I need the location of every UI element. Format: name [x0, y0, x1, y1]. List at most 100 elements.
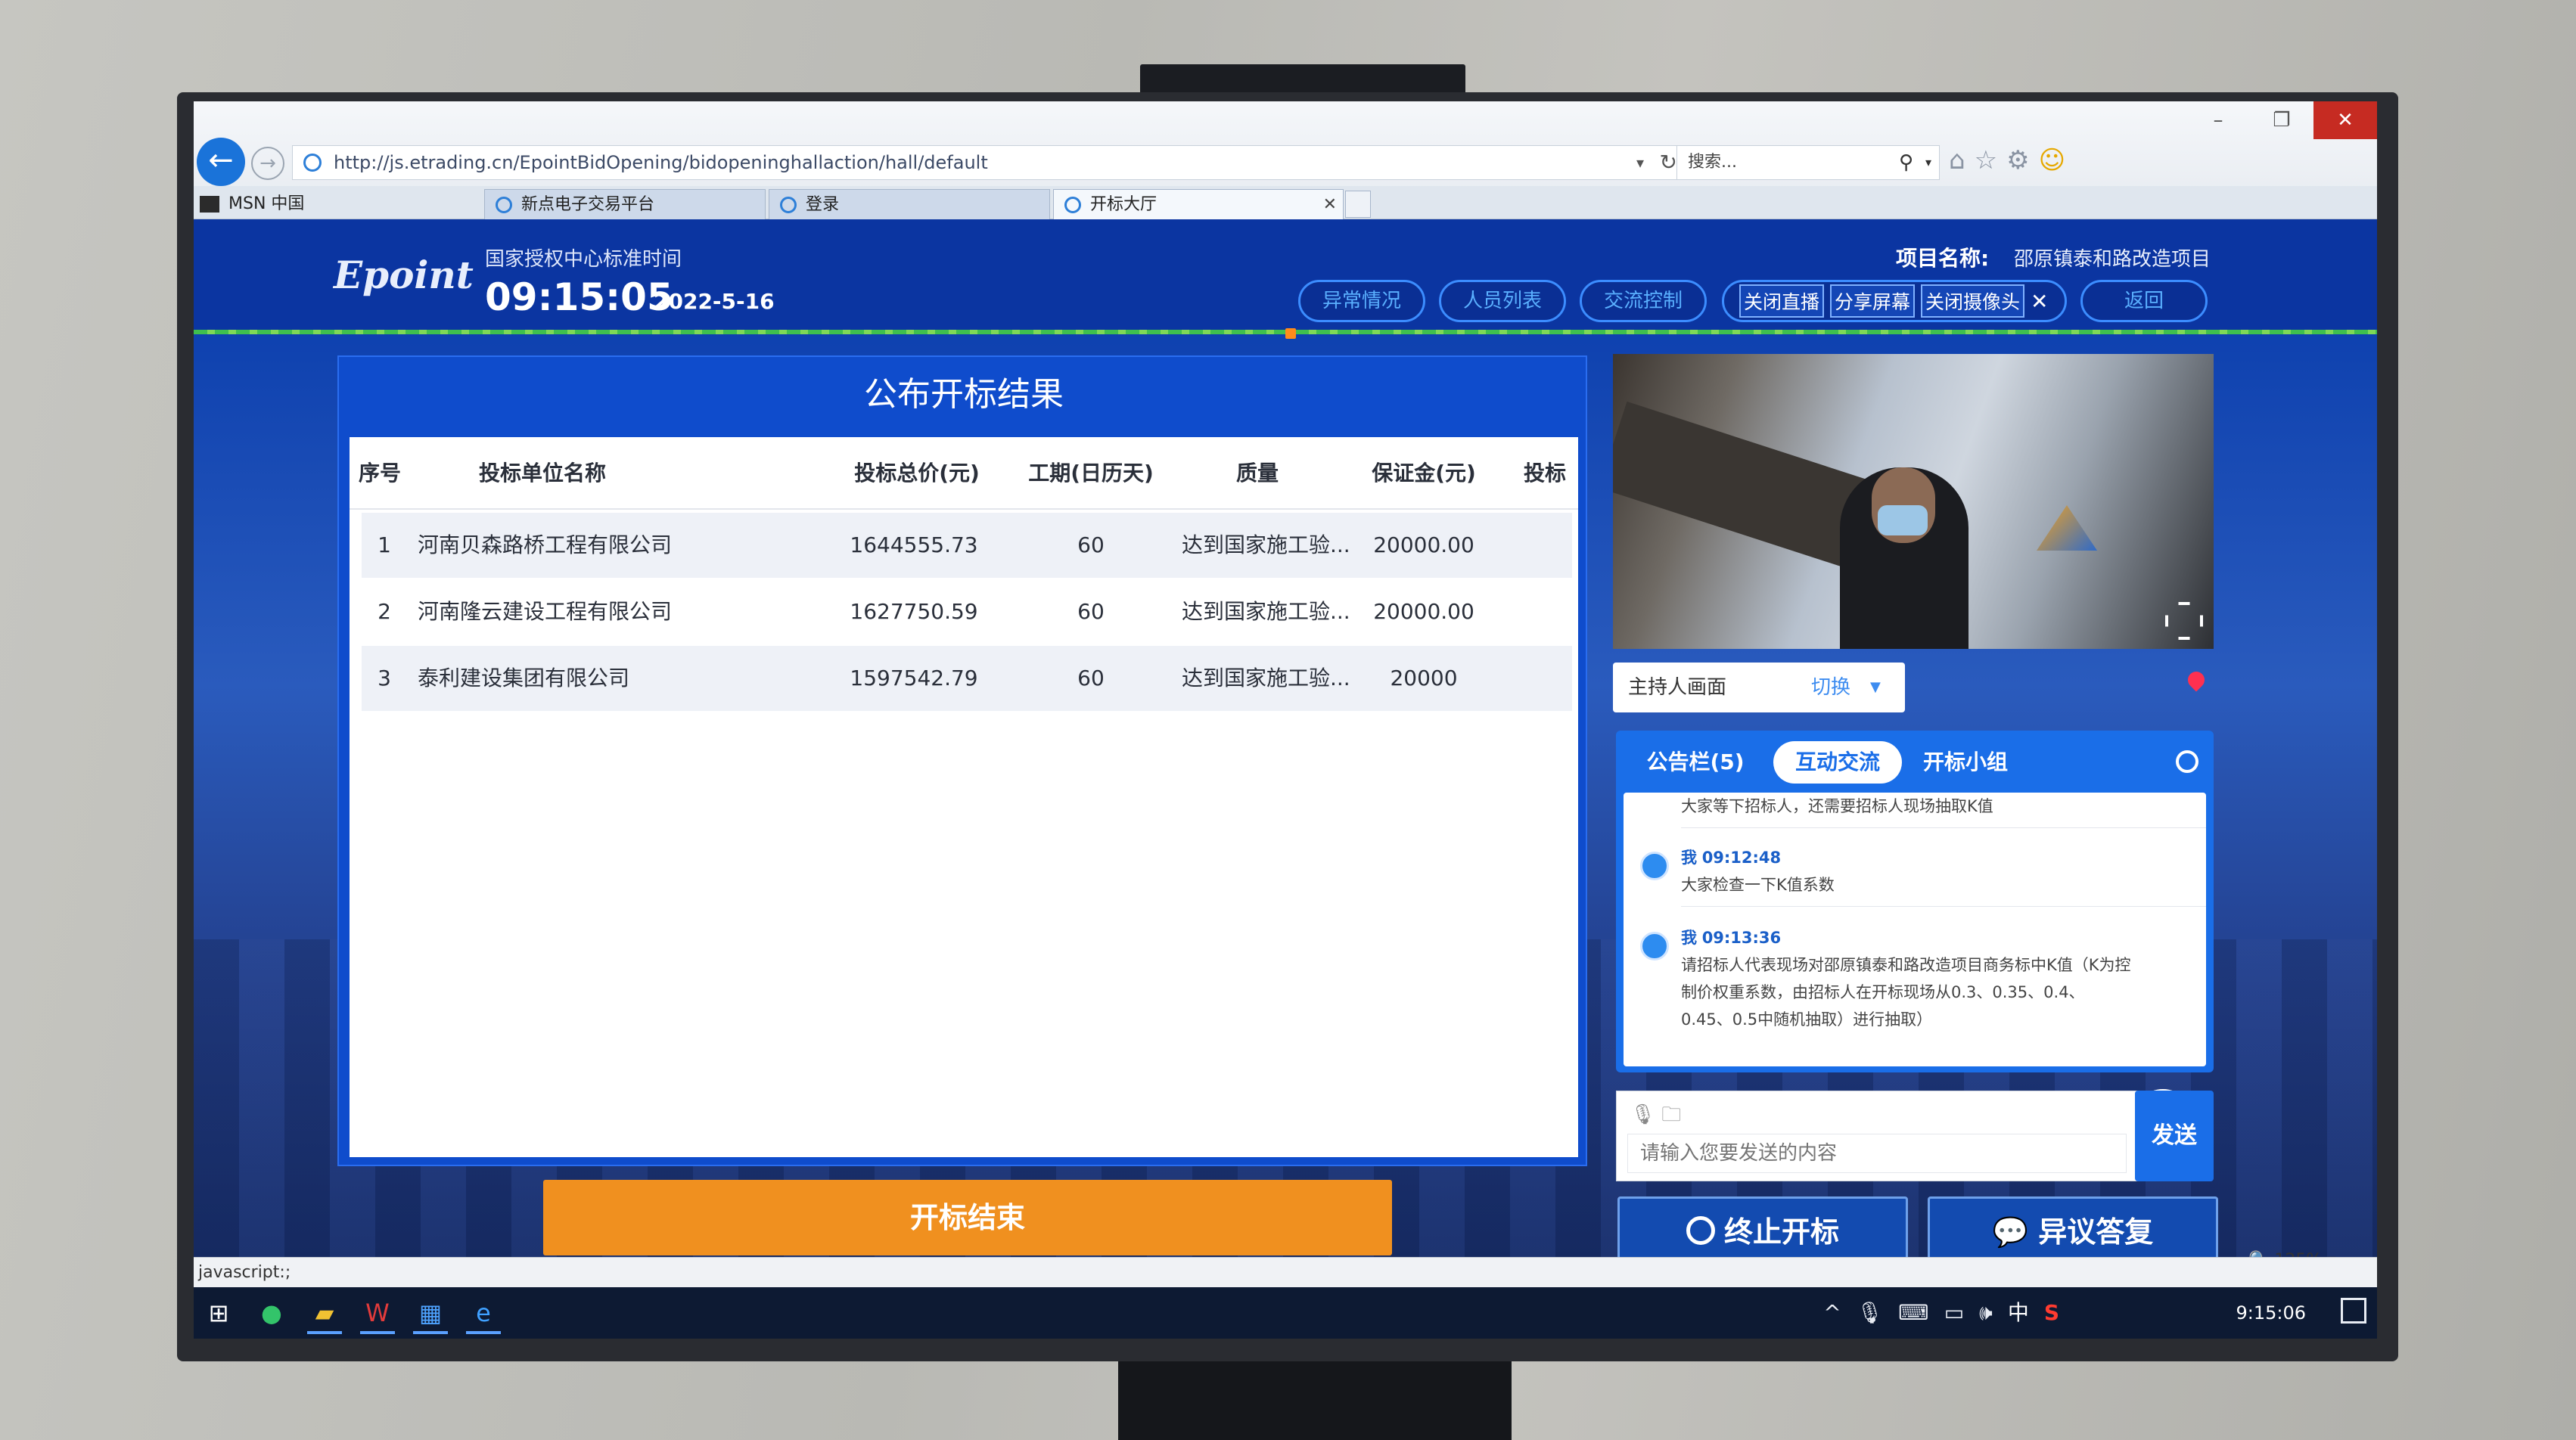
current-date: 2022-5-16 [654, 289, 775, 314]
message-text: 大家等下招标人，还需要招标人现场抽取K值 [1681, 797, 1993, 815]
app-icon-green[interactable]: ● [254, 1296, 289, 1330]
status-bar: javascript:; [194, 1257, 2377, 1287]
ie-tab-icon [496, 197, 512, 213]
monitor-screen: – ❐ ✕ ← → http://js.etrading.cn/EpointBi… [194, 101, 2377, 1339]
cell-quality: 达到国家施工验... [1182, 532, 1350, 557]
chat-control-button[interactable]: 交流控制 [1580, 280, 1707, 322]
windows-start-icon[interactable]: ⊞ [201, 1296, 236, 1330]
switch-view-link[interactable]: 切换 [1811, 663, 1850, 712]
fullscreen-icon[interactable] [2165, 602, 2203, 640]
close-live-button[interactable]: 关闭直播 [1739, 284, 1825, 318]
close-window-icon[interactable]: ✕ [2313, 101, 2377, 139]
end-opening-button[interactable]: 开标结束 [543, 1180, 1392, 1255]
live-video[interactable] [1613, 354, 2214, 649]
close-camera-button[interactable]: 关闭摄像头 [1921, 284, 2025, 318]
col-quality: 质量 [1235, 461, 1279, 486]
video-person-mask [1878, 505, 1928, 535]
feedback-smiley-icon[interactable]: ☺ [2039, 145, 2065, 175]
message-time: 09:13:36 [1701, 929, 1782, 947]
col-price: 投标总价(元) [854, 461, 980, 486]
collapse-close-icon[interactable]: ✕ [2031, 289, 2048, 314]
refresh-icon[interactable]: ↻ [1660, 146, 1677, 179]
bid-opening-app: Epoint 国家授权中心标准时间 09:15:05 2022-5-16 项目名… [194, 219, 2377, 1268]
cell-price: 1597542.79 [850, 666, 978, 691]
taskbar-clock[interactable]: 9:15:06 [2236, 1287, 2306, 1339]
home-icon[interactable]: ⌂ [1949, 145, 1965, 175]
host-view-label: 主持人画面 [1628, 676, 1727, 699]
notification-icon[interactable] [2341, 1298, 2366, 1324]
chevron-down-icon: ▼ [1870, 679, 1881, 695]
folder-icon[interactable]: 🗀 [1661, 1103, 1681, 1126]
chat-input[interactable] [1627, 1134, 2127, 1173]
sogou-icon[interactable]: S [2044, 1287, 2059, 1339]
current-time: 09:15:05 [485, 275, 673, 319]
app-icon-blue[interactable]: ▦ [413, 1296, 448, 1334]
chat-messages: 大家等下招标人，还需要招标人现场抽取K值 我 09:12:48 大家检查一下K值… [1624, 793, 2206, 1066]
location-pin-icon [2184, 668, 2208, 692]
status-text: javascript:; [198, 1263, 291, 1282]
tab-interaction[interactable]: 互动交流 [1773, 741, 1902, 784]
search-box[interactable]: 搜索... ⚲ ▾ [1676, 145, 1940, 180]
cell-price: 1644555.73 [850, 532, 978, 557]
network-icon[interactable]: ▭ [1944, 1287, 1964, 1339]
forward-button[interactable]: → [251, 147, 284, 180]
close-tab-icon[interactable]: ✕ [1323, 190, 1337, 220]
chat-bubble-icon: 💬 [1992, 1215, 2029, 1249]
ie-page-icon [303, 154, 322, 172]
epoint-logo: Epoint [334, 253, 474, 297]
file-explorer-icon[interactable]: ▰ [307, 1296, 342, 1334]
input-tools: 🎙 🗀 [1630, 1100, 1681, 1134]
browser-toolbar-icons: ⌂ ☆ ⚙ ☺ [1949, 145, 2065, 175]
send-button[interactable]: 发送 [2135, 1091, 2214, 1181]
internet-explorer-icon[interactable]: e [466, 1296, 501, 1334]
volume-icon[interactable]: 🕪 [1979, 1287, 1993, 1339]
address-url: http://js.etrading.cn/EpointBidOpening/b… [334, 152, 988, 173]
settings-gear-icon[interactable]: ⚙ [2006, 145, 2029, 175]
cell-no: 3 [378, 666, 391, 691]
host-view-select[interactable]: 主持人画面 切换 ▼ [1613, 663, 1905, 712]
msn-icon [200, 196, 219, 213]
results-title: 公布开标结果 [864, 375, 1064, 414]
address-bar[interactable]: http://js.etrading.cn/EpointBidOpening/b… [292, 145, 1687, 180]
table-row: 3 泰利建设集团有限公司 1597542.79 60 达到国家施工验... 20… [362, 646, 1572, 711]
browser-tab-strip: MSN 中国 新点电子交易平台 登录 开标大厅 ✕ [194, 186, 2377, 219]
tab-bid-opening-hall[interactable]: 开标大厅 ✕ [1053, 189, 1344, 219]
restore-icon[interactable]: ❐ [2250, 101, 2313, 139]
tab-label: 登录 [806, 195, 840, 214]
share-screen-button[interactable]: 分享屏幕 [1830, 284, 1916, 318]
progress-marker [1285, 328, 1296, 339]
webcam-bar [1140, 64, 1465, 95]
tab-trading-platform[interactable]: 新点电子交易平台 [484, 189, 766, 219]
ime-indicator[interactable]: 中 [2008, 1287, 2029, 1339]
tab-login[interactable]: 登录 [769, 189, 1050, 219]
cell-days: 60 [1077, 666, 1105, 691]
col-days: 工期(日历天) [1028, 461, 1154, 486]
keyboard-icon[interactable]: ⌨ [1898, 1287, 1928, 1339]
wps-icon[interactable]: W [360, 1296, 395, 1334]
back-button[interactable]: ← [197, 138, 245, 186]
search-dropdown-icon[interactable]: ▾ [1925, 146, 1931, 179]
new-tab-button[interactable] [1345, 191, 1371, 218]
exceptions-button[interactable]: 异常情况 [1298, 280, 1425, 322]
minimize-icon[interactable]: – [2186, 101, 2250, 139]
mic-tray-icon[interactable]: 🎙 [1857, 1287, 1884, 1339]
message-text: 请招标人代表现场对邵原镇泰和路改造项目商务标中K值（K为控制价权重系数，由招标人… [1681, 956, 2131, 1029]
favorites-star-icon[interactable]: ☆ [1975, 145, 1997, 175]
tab-notice-board[interactable]: 公告栏(5) [1639, 741, 1752, 784]
microphone-icon[interactable]: 🎙 [1630, 1103, 1655, 1126]
cell-price: 1627750.59 [850, 599, 978, 624]
tab-opening-team[interactable]: 开标小组 [1913, 741, 2018, 784]
chevron-up-icon[interactable]: ^ [1823, 1287, 1841, 1339]
col-no: 序号 [358, 461, 401, 486]
address-dropdown-icon[interactable]: ▾ [1636, 146, 1644, 179]
favorites-msn-link[interactable]: MSN 中国 [198, 189, 304, 219]
search-icon[interactable]: ⚲ [1899, 146, 1913, 179]
chat-search-icon[interactable] [2176, 750, 2198, 773]
message-sender: 我 [1681, 929, 1697, 947]
back-link-button[interactable]: 返回 [2080, 280, 2208, 322]
people-list-button[interactable]: 人员列表 [1439, 280, 1566, 322]
window-controls: – ❐ ✕ [2186, 101, 2377, 139]
ie-tab-icon [1064, 197, 1081, 213]
objection-label: 异议答复 [2038, 1215, 2154, 1249]
col-more: 投标 [1523, 461, 1566, 486]
